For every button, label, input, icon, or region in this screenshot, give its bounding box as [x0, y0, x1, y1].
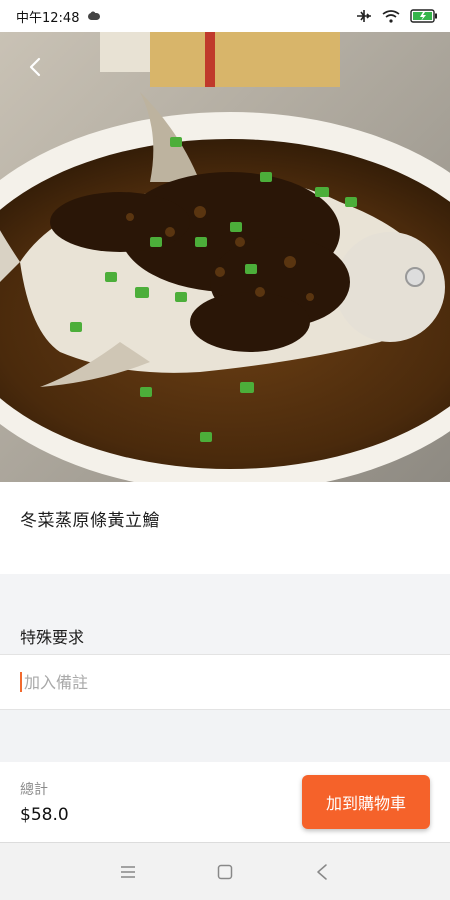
special-request-label: 特殊要求 — [20, 628, 85, 647]
add-to-cart-button[interactable]: 加到購物車 — [302, 775, 430, 829]
total-block: 總計 $58.0 — [20, 779, 69, 825]
status-right — [356, 9, 438, 23]
total-price: $58.0 — [20, 805, 69, 825]
note-field-row[interactable] — [0, 654, 450, 710]
chevron-left-icon — [28, 57, 42, 77]
system-nav-bar — [0, 842, 450, 900]
special-request-header: 特殊要求 — [0, 574, 450, 654]
text-caret — [20, 672, 22, 692]
item-title: 冬菜蒸原條黃立鱠 — [20, 511, 160, 531]
hero-dish-image — [0, 32, 450, 482]
wifi-icon — [382, 9, 400, 23]
status-bar: 中午12:48 — [0, 0, 450, 32]
status-time: 中午12:48 — [16, 10, 80, 26]
nav-menu-button[interactable] — [108, 852, 148, 892]
note-input[interactable] — [24, 672, 404, 692]
menu-icon — [120, 865, 136, 879]
item-title-card: 冬菜蒸原條黃立鱠 — [0, 482, 450, 574]
nav-home-button[interactable] — [205, 852, 245, 892]
cloud-icon — [87, 11, 101, 21]
back-button[interactable] — [18, 50, 52, 84]
nav-back-button[interactable] — [302, 852, 342, 892]
checkout-bar: 總計 $58.0 加到購物車 — [0, 762, 450, 842]
home-square-icon — [217, 864, 233, 880]
airplane-icon — [356, 9, 372, 23]
status-left: 中午12:48 — [16, 7, 101, 26]
battery-charging-icon — [410, 9, 438, 23]
back-triangle-icon — [316, 863, 328, 880]
total-label: 總計 — [20, 782, 48, 798]
